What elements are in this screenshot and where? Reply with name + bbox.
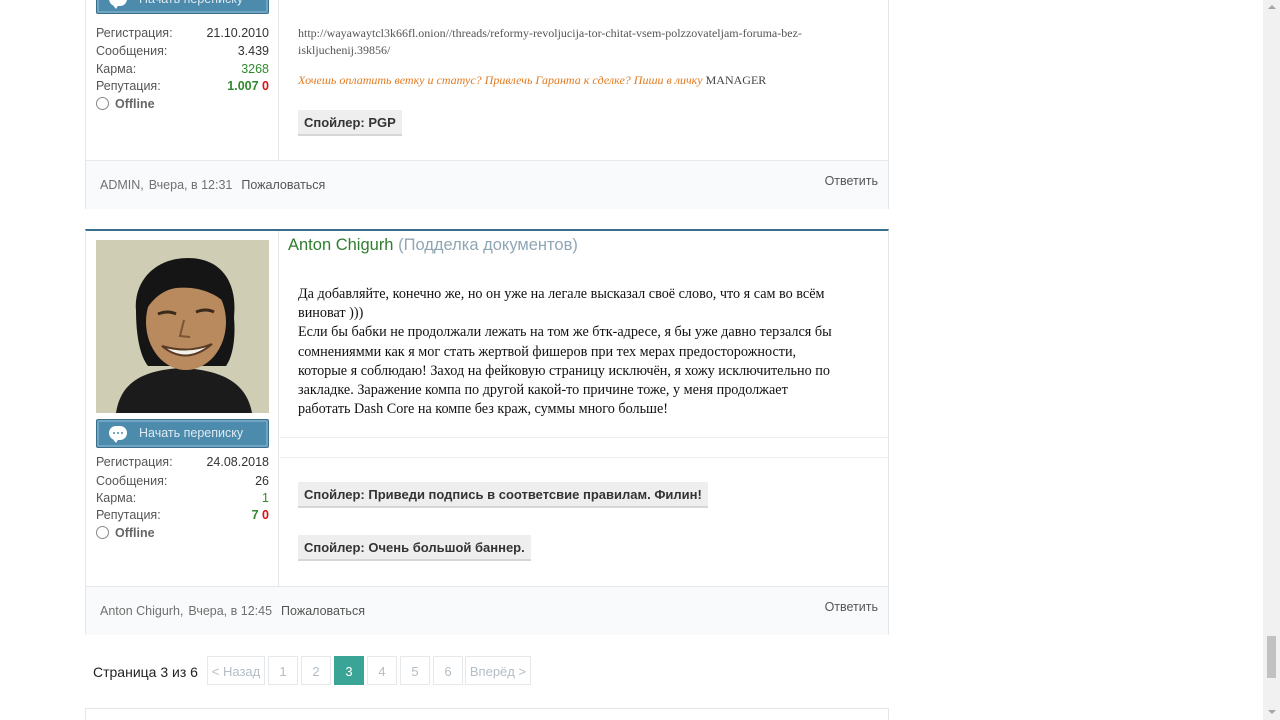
status-offline: Offline bbox=[96, 525, 155, 541]
rep-negative: 0 bbox=[262, 79, 269, 93]
signature-url[interactable]: http://wayawaytcl3k66fl.onion//threads/r… bbox=[298, 25, 802, 59]
post-1: Начать переписку Регистрация:21.10.2010 … bbox=[85, 0, 889, 209]
stat-label: Карма: bbox=[96, 491, 137, 505]
stat-label: Регистрация: bbox=[96, 26, 173, 40]
post-body: Да добавляйте, конечно же, но он уже на … bbox=[298, 285, 878, 419]
post-time[interactable]: Вчера, в 12:31 bbox=[149, 178, 233, 192]
stat-messages: Сообщения: 26 bbox=[96, 472, 269, 490]
next-post-edge bbox=[85, 708, 889, 720]
stat-value: 1.007 0 bbox=[227, 77, 269, 95]
start-conversation-label: Начать переписку bbox=[139, 426, 244, 440]
body-line: работать Dash Core на компе без краж, су… bbox=[298, 401, 668, 418]
signature-ad: Хочешь оплатить ветку и статус? Привлечь… bbox=[298, 73, 766, 88]
username-link[interactable]: Anton Chigurh bbox=[288, 236, 394, 254]
spoiler-signature-rules[interactable]: Спойлер: Приведи подпись в соответсвие п… bbox=[298, 482, 708, 508]
body-line: виноват ))) bbox=[298, 305, 364, 322]
stat-value: 3268 bbox=[241, 62, 269, 76]
post-author[interactable]: ADMIN, bbox=[100, 178, 144, 192]
stat-karma: Карма: 1 bbox=[96, 489, 269, 507]
avatar-portrait-icon bbox=[96, 240, 269, 413]
status-label: Offline bbox=[115, 97, 155, 111]
rep-positive: 7 bbox=[251, 508, 259, 522]
pagination-page-3[interactable]: 3 bbox=[334, 656, 364, 685]
post-meta: Anton Chigurh, Вчера, в 12:45 Пожаловаться bbox=[100, 604, 370, 618]
stat-label: Сообщения: bbox=[96, 474, 168, 488]
post-2: Начать переписку Регистрация: 24.08.2018 … bbox=[85, 229, 889, 635]
pagination-prev[interactable]: < Назад bbox=[207, 656, 265, 685]
post-2-sidebar: Начать переписку Регистрация: 24.08.2018 … bbox=[86, 231, 279, 586]
pagination-page-4[interactable]: 4 bbox=[367, 656, 397, 685]
stat-reputation: Репутация: 7 0 bbox=[96, 506, 269, 524]
stat-registration: Регистрация: 24.08.2018 bbox=[96, 453, 269, 471]
stat-label: Карма: bbox=[96, 62, 137, 76]
stat-value: 3.439 bbox=[237, 44, 269, 58]
chat-bubble-icon bbox=[109, 426, 127, 443]
stat-label: Регистрация: bbox=[96, 455, 173, 469]
user-title: (Подделка документов) bbox=[398, 236, 578, 254]
stat-value: 24.08.2018 bbox=[206, 455, 269, 469]
rep-negative: 0 bbox=[262, 508, 269, 522]
scroll-down-arrow-icon[interactable] bbox=[1268, 710, 1276, 714]
stat-label: Сообщения: bbox=[96, 44, 168, 58]
post-1-sidebar: Начать переписку Регистрация:21.10.2010 … bbox=[86, 0, 279, 161]
rep-positive: 1.007 bbox=[227, 79, 259, 93]
url-line: http://wayawaytcl3k66fl.onion//threads/r… bbox=[298, 26, 802, 40]
post-author[interactable]: Anton Chigurh, bbox=[100, 604, 183, 618]
pagination-page-1[interactable]: 1 bbox=[268, 656, 298, 685]
pagination-page-6[interactable]: 6 bbox=[433, 656, 463, 685]
signature-divider bbox=[280, 457, 888, 458]
scrollbar-thumb[interactable] bbox=[1267, 636, 1276, 678]
stat-value: 26 bbox=[255, 474, 269, 488]
page-scrollbar[interactable] bbox=[1263, 0, 1280, 720]
post-time[interactable]: Вчера, в 12:45 bbox=[188, 604, 272, 618]
pagination-page-5[interactable]: 5 bbox=[400, 656, 430, 685]
status-offline: Offline bbox=[96, 96, 155, 112]
post-2-footer: Anton Chigurh, Вчера, в 12:45 Пожаловаться… bbox=[86, 586, 888, 635]
scroll-up-arrow-icon[interactable] bbox=[1268, 5, 1276, 9]
status-circle-icon bbox=[96, 97, 109, 110]
reply-button[interactable]: Ответить bbox=[825, 600, 878, 614]
post-1-footer: ADMIN, Вчера, в 12:31 Пожаловаться Ответит… bbox=[86, 160, 888, 209]
chat-bubble-icon bbox=[109, 0, 127, 9]
stat-label: Репутация: bbox=[96, 79, 161, 93]
stat-registration: Регистрация: 21.10.2010 bbox=[96, 24, 269, 42]
body-line: которые я соблюдаю! Заход на фейковую ст… bbox=[298, 362, 830, 379]
signature-divider bbox=[280, 437, 888, 438]
stat-value: 21.10.2010 bbox=[206, 26, 269, 40]
report-link[interactable]: Пожаловаться bbox=[241, 178, 325, 192]
body-line: Да добавляйте, конечно же, но он уже на … bbox=[298, 286, 825, 302]
stat-messages: Сообщения: 3.439 bbox=[96, 42, 269, 60]
spoiler-pgp[interactable]: Спойлер: PGP bbox=[298, 110, 402, 136]
stat-reputation: Репутация: 1.007 0 bbox=[96, 77, 269, 95]
start-conversation-label: Начать переписку bbox=[139, 0, 243, 13]
ad-manager-link[interactable]: MANAGER bbox=[706, 73, 767, 87]
status-label: Offline bbox=[115, 526, 155, 540]
start-conversation-button[interactable]: Начать переписку bbox=[96, 0, 269, 14]
ad-text: Хочешь оплатить ветку и статус? Привлечь… bbox=[298, 73, 703, 87]
body-line: закладке. Заражение компа по другой како… bbox=[298, 382, 788, 399]
stat-value: 7 0 bbox=[252, 506, 269, 524]
body-line: сомнениямми как я мог стать жертвой фише… bbox=[298, 343, 797, 360]
stat-label: Репутация: bbox=[96, 508, 161, 522]
pagination-label: Страница 3 из 6 bbox=[93, 664, 198, 680]
report-link[interactable]: Пожаловаться bbox=[281, 604, 365, 618]
avatar[interactable] bbox=[96, 240, 269, 413]
pagination-next[interactable]: Вперёд > bbox=[465, 656, 531, 685]
body-line: Если бы бабки не продолжали лежать на то… bbox=[298, 324, 832, 341]
stat-karma: Карма: 3268 bbox=[96, 60, 269, 78]
reply-button[interactable]: Ответить bbox=[825, 174, 878, 188]
post-meta: ADMIN, Вчера, в 12:31 Пожаловаться bbox=[100, 178, 330, 192]
post-header: Anton Chigurh (Подделка документов) bbox=[288, 236, 578, 255]
status-circle-icon bbox=[96, 526, 109, 539]
start-conversation-button[interactable]: Начать переписку bbox=[96, 419, 269, 448]
stat-value: 1 bbox=[262, 491, 269, 505]
pagination-page-2[interactable]: 2 bbox=[301, 656, 331, 685]
url-line: iskljuchenij.39856/ bbox=[298, 43, 391, 57]
spoiler-big-banner[interactable]: Спойлер: Очень большой баннер. bbox=[298, 535, 531, 561]
